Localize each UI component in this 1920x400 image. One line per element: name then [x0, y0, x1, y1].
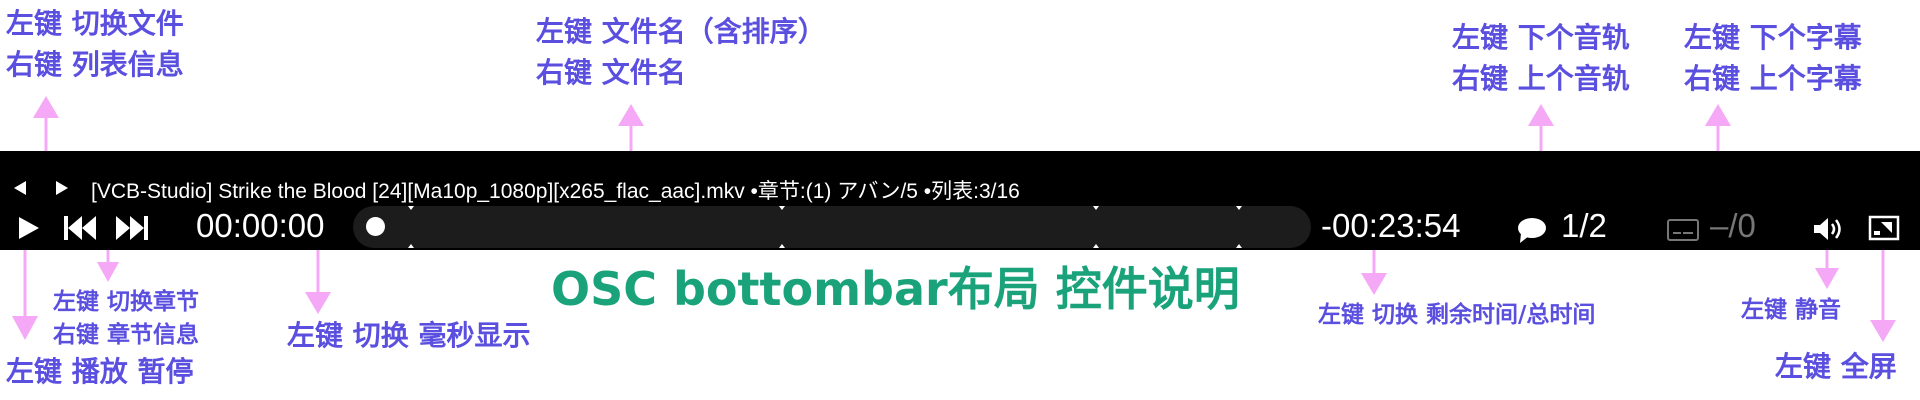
- volume-button[interactable]: [1812, 214, 1846, 244]
- prev-file-button[interactable]: [10, 178, 30, 198]
- arrow-fullscreen-head: [1870, 320, 1896, 342]
- subtitle-track-button[interactable]: –/0: [1666, 207, 1770, 248]
- skip-forward-icon: [116, 216, 148, 240]
- seekbar[interactable]: [353, 206, 1311, 248]
- seek-handle[interactable]: [366, 217, 385, 236]
- chapter-marker: [408, 206, 414, 210]
- chapter-marker: [1236, 244, 1242, 248]
- layout-caption: OSC bottombar布局 控件说明: [551, 262, 1240, 316]
- arrow-ms-head: [305, 292, 331, 314]
- audio-track-button[interactable]: 1/2: [1515, 207, 1619, 248]
- speech-bubble-icon: [1518, 218, 1546, 243]
- time-current[interactable]: 00:00:00: [196, 207, 324, 245]
- triangle-left-icon: [14, 181, 26, 195]
- audio-track-label: 1/2: [1561, 207, 1607, 244]
- arrow-play-head: [12, 316, 38, 340]
- skip-back-icon: [64, 216, 96, 240]
- fullscreen-button[interactable]: [1868, 214, 1900, 242]
- arrow-subtitle-head: [1705, 104, 1731, 126]
- play-button[interactable]: [14, 214, 42, 242]
- volume-icon: [1814, 218, 1841, 240]
- arrow-filename-head: [618, 104, 644, 126]
- prev-chapter-button[interactable]: [62, 213, 98, 243]
- triangle-right-icon: [56, 181, 68, 195]
- media-title[interactable]: [VCB-Studio] Strike the Blood [24][Ma10p…: [91, 175, 1020, 205]
- subtitle-track-label: –/0: [1710, 207, 1756, 244]
- chapter-marker: [779, 244, 785, 248]
- next-file-button[interactable]: [52, 178, 72, 198]
- chapter-marker: [408, 244, 414, 248]
- chapter-marker: [1093, 244, 1099, 248]
- fullscreen-icon: [1868, 215, 1900, 241]
- chapter-marker: [1236, 206, 1242, 210]
- arrow-audio-head: [1528, 104, 1554, 126]
- arrow-remaining-head: [1361, 273, 1387, 295]
- chapter-marker: [779, 206, 785, 210]
- chapter-marker: [1093, 206, 1099, 210]
- arrow-mute-head: [1815, 268, 1839, 289]
- time-remaining[interactable]: -00:23:54: [1321, 207, 1460, 245]
- arrow-chapter-head: [97, 262, 119, 282]
- next-chapter-button[interactable]: [114, 213, 150, 243]
- arrow-playlist-head: [33, 96, 59, 118]
- subtitle-box-icon: [1667, 219, 1699, 241]
- play-icon: [19, 217, 39, 239]
